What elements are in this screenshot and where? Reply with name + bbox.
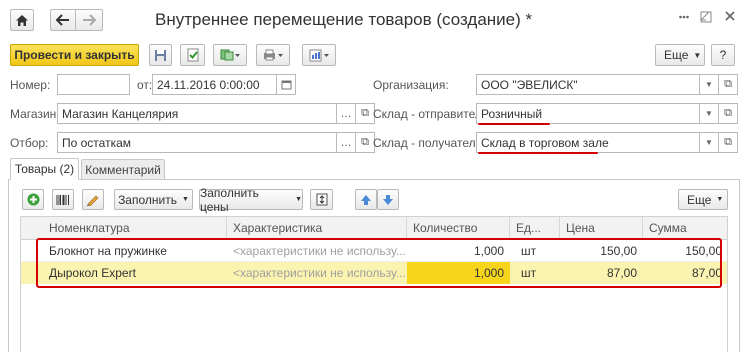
more-button[interactable]: Еще ▼ — [655, 44, 705, 66]
date-from-label: от: — [137, 78, 153, 92]
move-up-button[interactable] — [355, 189, 377, 210]
date-field[interactable]: 24.11.2016 0:00:00 — [152, 74, 277, 95]
store-select-button[interactable]: … — [337, 103, 356, 124]
filter-select-button[interactable]: … — [337, 132, 356, 153]
barcode-button[interactable] — [52, 189, 74, 210]
floppy-icon — [155, 49, 166, 61]
open-icon: ⧉ — [361, 107, 369, 119]
open-icon: ⧉ — [361, 136, 369, 148]
add-row-button[interactable] — [22, 189, 44, 210]
chevron-down-icon: ▼ — [295, 196, 302, 203]
split-icon — [316, 193, 327, 206]
chevron-down-icon: ▼ — [705, 109, 713, 118]
table-more-button[interactable]: Еще ▼ — [678, 189, 728, 210]
home-icon — [16, 14, 28, 26]
chevron-down-icon: ▼ — [181, 196, 189, 203]
open-icon: ⧉ — [724, 107, 732, 119]
column-header-quantity[interactable]: Количество — [407, 217, 510, 239]
rows-red-highlight — [36, 238, 722, 288]
column-header-unit[interactable]: Ед... — [510, 217, 560, 239]
table-more-label: Еще — [687, 192, 712, 207]
star-icon[interactable] — [677, 8, 691, 26]
organization-field[interactable]: ООО "ЭВЕЛИСК" — [476, 74, 700, 95]
chevron-down-icon: ▼ — [716, 196, 724, 203]
post-document-icon — [187, 48, 198, 62]
plus-circle-icon — [27, 193, 39, 206]
arrow-up-icon — [361, 194, 371, 205]
ellipsis-icon: … — [340, 107, 352, 120]
move-down-button[interactable] — [377, 189, 399, 210]
organization-dropdown-button[interactable]: ▼ — [700, 74, 719, 95]
window-title: Внутреннее перемещение товаров (создание… — [155, 10, 533, 29]
more-label: Еще — [664, 48, 689, 62]
fill-prices-button[interactable]: Заполнить цены ▼ — [199, 186, 303, 214]
receiver-red-underline — [478, 152, 598, 154]
store-field[interactable]: Магазин Канцелярия — [57, 103, 337, 124]
receiver-warehouse-label: Склад - получатель: — [373, 136, 486, 150]
arrow-left-icon — [56, 14, 69, 26]
filter-label: Отбор: — [10, 136, 49, 150]
ellipsis-icon: … — [340, 136, 352, 149]
chevron-down-icon: ▼ — [705, 138, 713, 147]
pencil-icon — [86, 195, 99, 206]
receiver-warehouse-field[interactable]: Склад в торговом зале — [476, 132, 700, 153]
tab-comment[interactable]: Комментарий — [81, 159, 165, 179]
create-based-icon — [220, 49, 240, 61]
organization-open-button[interactable]: ⧉ — [719, 74, 738, 95]
receiver-open-button[interactable]: ⧉ — [719, 132, 738, 153]
pick-items-button[interactable] — [82, 189, 104, 210]
help-button[interactable]: ? — [711, 44, 735, 66]
sender-red-underline — [478, 123, 550, 125]
calendar-button[interactable] — [277, 74, 296, 95]
reports-button[interactable] — [302, 44, 336, 66]
chevron-down-icon: ▼ — [693, 50, 702, 60]
column-header-sum[interactable]: Сумма — [643, 217, 728, 239]
filter-field[interactable]: По остаткам — [57, 132, 337, 153]
sender-dropdown-button[interactable]: ▼ — [700, 103, 719, 124]
home-button[interactable] — [10, 9, 34, 31]
forward-button[interactable] — [75, 9, 103, 31]
fill-prices-label: Заполнить цены — [200, 185, 259, 214]
column-header-nomenclature[interactable]: Номенклатура — [43, 217, 227, 239]
print-button[interactable] — [256, 44, 290, 66]
report-icon — [309, 49, 329, 61]
sender-warehouse-label: Склад - отправитель: — [373, 107, 492, 121]
organization-label: Организация: — [373, 78, 449, 92]
arrow-right-icon — [83, 14, 96, 26]
link-icon[interactable] — [699, 8, 713, 26]
store-label: Магазин: — [10, 107, 60, 121]
receiver-dropdown-button[interactable]: ▼ — [700, 132, 719, 153]
printer-icon — [264, 49, 283, 61]
open-icon: ⧉ — [724, 136, 732, 148]
sender-open-button[interactable]: ⧉ — [719, 103, 738, 124]
open-icon: ⧉ — [724, 78, 732, 90]
back-button[interactable] — [50, 9, 76, 31]
arrow-down-icon — [383, 194, 393, 205]
number-label: Номер: — [10, 78, 51, 92]
fill-label: Заполнить — [118, 192, 177, 207]
create-based-on-button[interactable] — [213, 44, 247, 66]
chevron-down-icon: ▼ — [705, 80, 713, 89]
calendar-icon — [281, 80, 291, 90]
column-header-price[interactable]: Цена — [560, 217, 643, 239]
sender-warehouse-field[interactable]: Розничный — [476, 103, 700, 124]
close-icon[interactable] — [722, 7, 738, 25]
tab-goods[interactable]: Товары (2) — [10, 158, 79, 180]
barcode-icon — [56, 194, 69, 205]
save-button[interactable] — [149, 44, 172, 66]
column-header-characteristic[interactable]: Характеристика — [227, 217, 407, 239]
post-and-close-button[interactable]: Провести и закрыть — [10, 44, 139, 66]
split-button[interactable] — [310, 189, 333, 210]
post-button[interactable] — [180, 44, 205, 66]
fill-button[interactable]: Заполнить ▼ — [114, 189, 193, 210]
number-field[interactable] — [57, 74, 130, 95]
